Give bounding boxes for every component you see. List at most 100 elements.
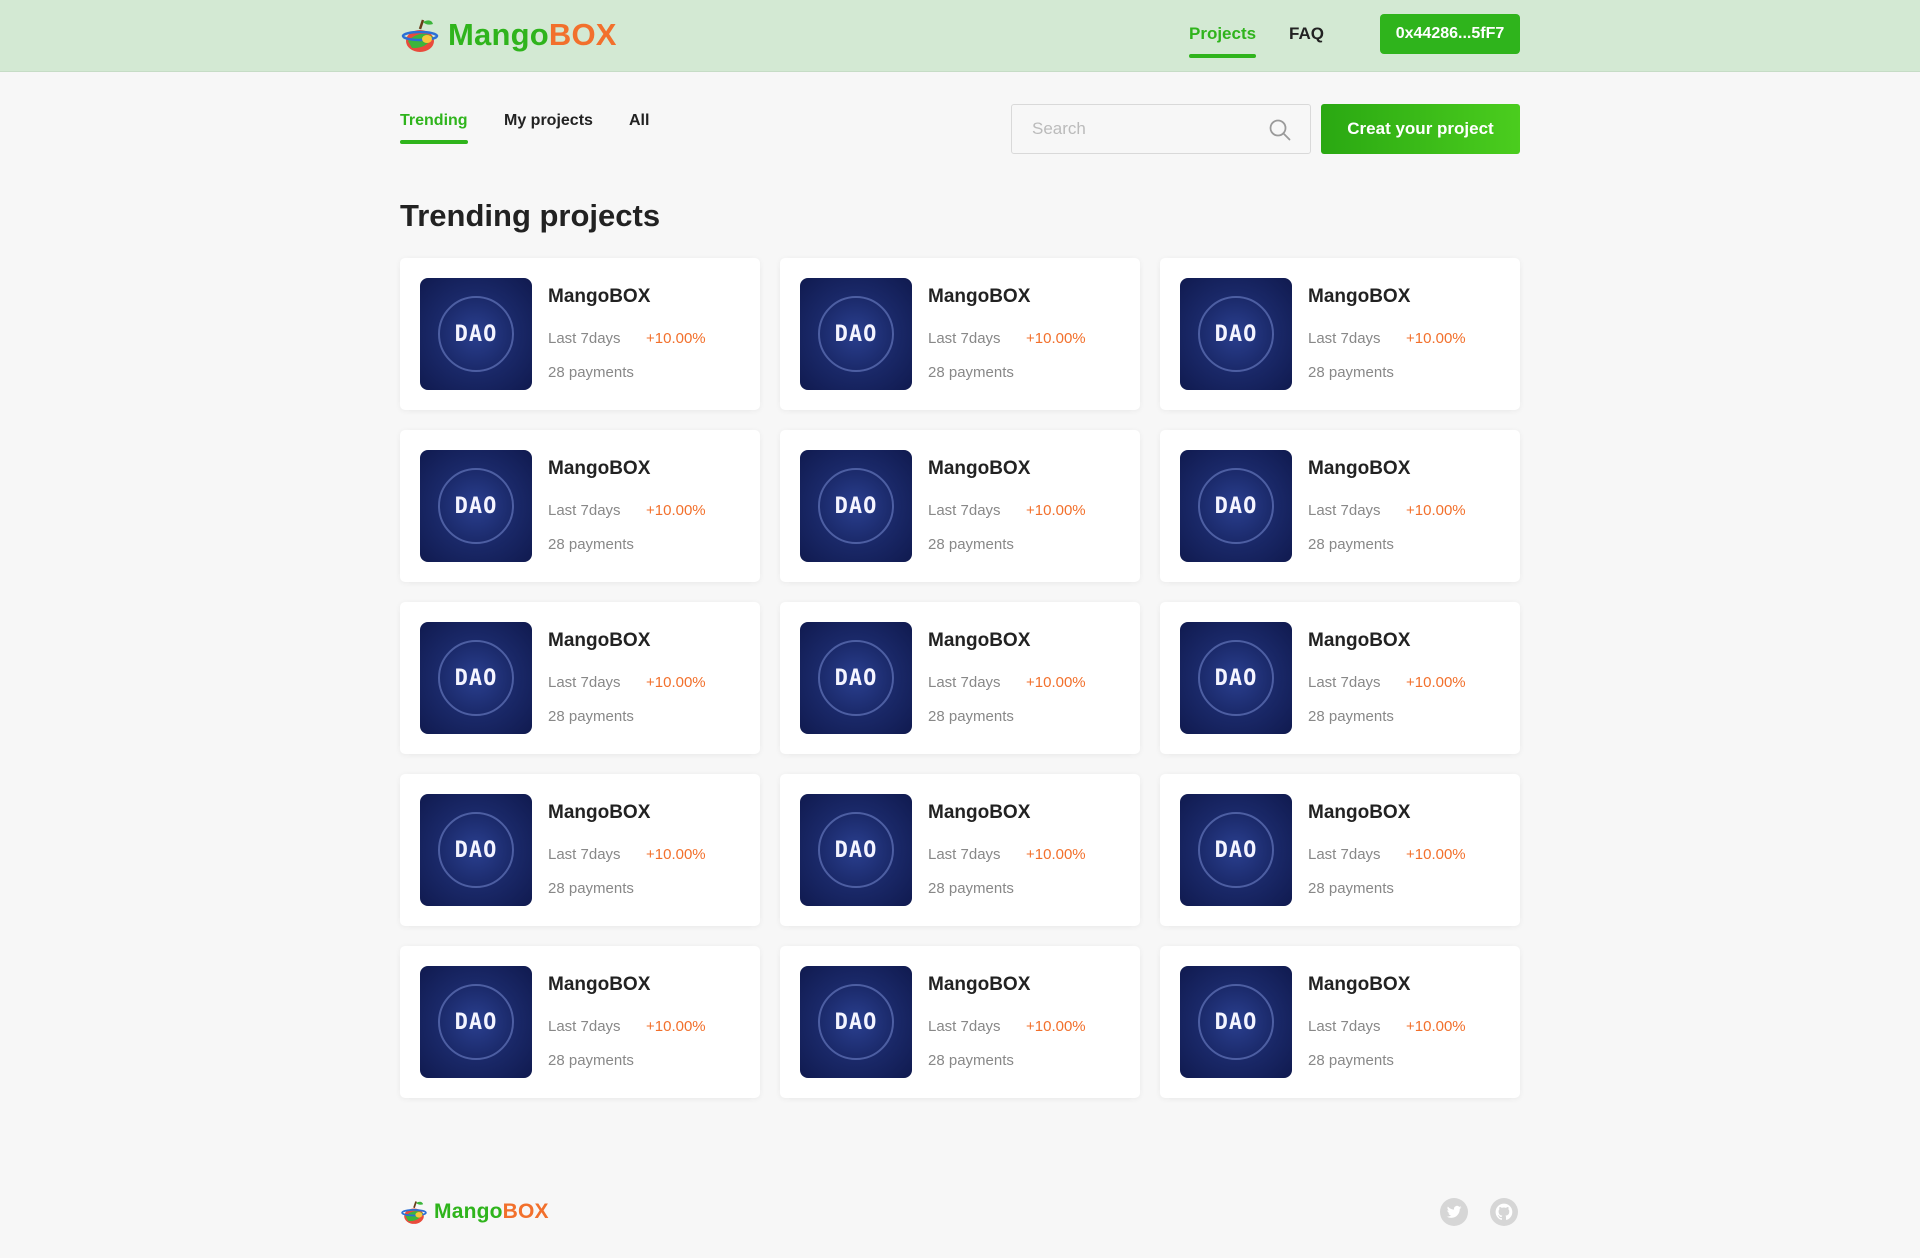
project-payments: 28 payments: [1308, 1052, 1394, 1069]
project-name: MangoBOX: [1308, 286, 1411, 307]
project-card[interactable]: DAO MangoBOX Last 7days +10.00% 28 payments: [780, 430, 1140, 582]
project-payments: 28 payments: [928, 708, 1014, 725]
mango-logo-icon: [401, 1201, 427, 1224]
project-payments: 28 payments: [928, 1052, 1014, 1069]
project-thumbnail: DAO: [420, 794, 532, 906]
project-card[interactable]: DAO MangoBOX Last 7days +10.00% 28 payments: [400, 430, 760, 582]
project-card[interactable]: DAO MangoBOX Last 7days +10.00% 28 payments: [1160, 946, 1520, 1098]
project-change: +10.00%: [1026, 502, 1086, 519]
dao-logo-text: DAO: [454, 838, 498, 863]
project-payments: 28 payments: [548, 364, 634, 381]
project-period: Last 7days: [1308, 846, 1381, 863]
project-period: Last 7days: [928, 674, 1001, 691]
project-payments: 28 payments: [548, 1052, 634, 1069]
project-card[interactable]: DAO MangoBOX Last 7days +10.00% 28 payments: [780, 602, 1140, 754]
project-payments: 28 payments: [548, 536, 634, 553]
project-change: +10.00%: [646, 674, 706, 691]
project-name: MangoBOX: [928, 630, 1031, 651]
nav-projects[interactable]: Projects: [1189, 24, 1257, 58]
project-change: +10.00%: [1406, 330, 1466, 347]
project-card[interactable]: DAO MangoBOX Last 7days +10.00% 28 payments: [400, 774, 760, 926]
project-period: Last 7days: [928, 1018, 1001, 1035]
project-change: +10.00%: [1026, 674, 1086, 691]
dao-logo-text: DAO: [834, 1010, 878, 1035]
project-period: Last 7days: [548, 674, 621, 691]
project-change: +10.00%: [1026, 330, 1086, 347]
project-payments: 28 payments: [548, 880, 634, 897]
project-card[interactable]: DAO MangoBOX Last 7days +10.00% 28 payments: [400, 602, 760, 754]
nav-faq[interactable]: FAQ: [1289, 24, 1324, 58]
project-period: Last 7days: [548, 330, 621, 347]
project-thumbnail: DAO: [1180, 278, 1292, 390]
project-card[interactable]: DAO MangoBOX Last 7days +10.00% 28 payments: [780, 946, 1140, 1098]
project-name: MangoBOX: [1308, 630, 1411, 651]
project-name: MangoBOX: [548, 286, 651, 307]
tab-all[interactable]: All: [629, 112, 649, 144]
project-period: Last 7days: [1308, 1018, 1381, 1035]
dao-logo-text: DAO: [834, 838, 878, 863]
search-icon[interactable]: [1268, 118, 1292, 142]
project-name: MangoBOX: [928, 802, 1031, 823]
dao-logo-text: DAO: [834, 322, 878, 347]
project-change: +10.00%: [1406, 846, 1466, 863]
project-period: Last 7days: [548, 846, 621, 863]
tab-trending[interactable]: Trending: [400, 112, 468, 144]
dao-logo-text: DAO: [454, 1010, 498, 1035]
project-period: Last 7days: [1308, 330, 1381, 347]
search-input[interactable]: [1032, 105, 1262, 153]
project-name: MangoBOX: [928, 286, 1031, 307]
project-change: +10.00%: [1026, 846, 1086, 863]
logo[interactable]: MangoBOX: [400, 14, 617, 56]
project-thumbnail: DAO: [800, 450, 912, 562]
dao-logo-text: DAO: [834, 494, 878, 519]
project-payments: 28 payments: [928, 364, 1014, 381]
project-name: MangoBOX: [1308, 802, 1411, 823]
wallet-address-button[interactable]: 0x44286...5fF7: [1380, 14, 1520, 54]
project-period: Last 7days: [1308, 674, 1381, 691]
project-card[interactable]: DAO MangoBOX Last 7days +10.00% 28 payments: [1160, 774, 1520, 926]
project-thumbnail: DAO: [800, 794, 912, 906]
mango-logo-icon: [401, 19, 439, 52]
project-change: +10.00%: [1406, 502, 1466, 519]
dao-logo-text: DAO: [454, 494, 498, 519]
project-thumbnail: DAO: [420, 622, 532, 734]
dao-logo-text: DAO: [1214, 1010, 1258, 1035]
logo-text: MangoBOX: [448, 17, 617, 52]
project-thumbnail: DAO: [420, 278, 532, 390]
twitter-icon[interactable]: [1440, 1198, 1468, 1226]
dao-logo-text: DAO: [454, 666, 498, 691]
project-payments: 28 payments: [548, 708, 634, 725]
project-thumbnail: DAO: [800, 622, 912, 734]
project-card[interactable]: DAO MangoBOX Last 7days +10.00% 28 payments: [1160, 602, 1520, 754]
project-change: +10.00%: [646, 1018, 706, 1035]
project-thumbnail: DAO: [1180, 450, 1292, 562]
project-payments: 28 payments: [1308, 880, 1394, 897]
project-name: MangoBOX: [928, 458, 1031, 479]
tab-my-projects[interactable]: My projects: [504, 112, 593, 144]
project-payments: 28 payments: [1308, 536, 1394, 553]
dao-logo-text: DAO: [834, 666, 878, 691]
footer-logo[interactable]: MangoBOX: [400, 1198, 549, 1226]
search-box: [1011, 104, 1311, 154]
project-period: Last 7days: [928, 502, 1001, 519]
project-card[interactable]: DAO MangoBOX Last 7days +10.00% 28 payments: [1160, 258, 1520, 410]
project-change: +10.00%: [1406, 674, 1466, 691]
dao-logo-text: DAO: [1214, 494, 1258, 519]
project-card[interactable]: DAO MangoBOX Last 7days +10.00% 28 payments: [400, 946, 760, 1098]
top-header: MangoBOX Projects FAQ 0x44286...5fF7: [0, 0, 1920, 72]
dao-logo-text: DAO: [1214, 322, 1258, 347]
project-card[interactable]: DAO MangoBOX Last 7days +10.00% 28 payments: [780, 774, 1140, 926]
project-payments: 28 payments: [1308, 708, 1394, 725]
project-thumbnail: DAO: [420, 966, 532, 1078]
project-payments: 28 payments: [1308, 364, 1394, 381]
project-thumbnail: DAO: [1180, 794, 1292, 906]
project-card[interactable]: DAO MangoBOX Last 7days +10.00% 28 payments: [400, 258, 760, 410]
project-name: MangoBOX: [548, 802, 651, 823]
project-period: Last 7days: [928, 846, 1001, 863]
project-card[interactable]: DAO MangoBOX Last 7days +10.00% 28 payments: [1160, 430, 1520, 582]
github-icon[interactable]: [1490, 1198, 1518, 1226]
project-card[interactable]: DAO MangoBOX Last 7days +10.00% 28 payments: [780, 258, 1140, 410]
create-project-button[interactable]: Creat your project: [1321, 104, 1520, 154]
project-change: +10.00%: [646, 502, 706, 519]
project-name: MangoBOX: [1308, 458, 1411, 479]
